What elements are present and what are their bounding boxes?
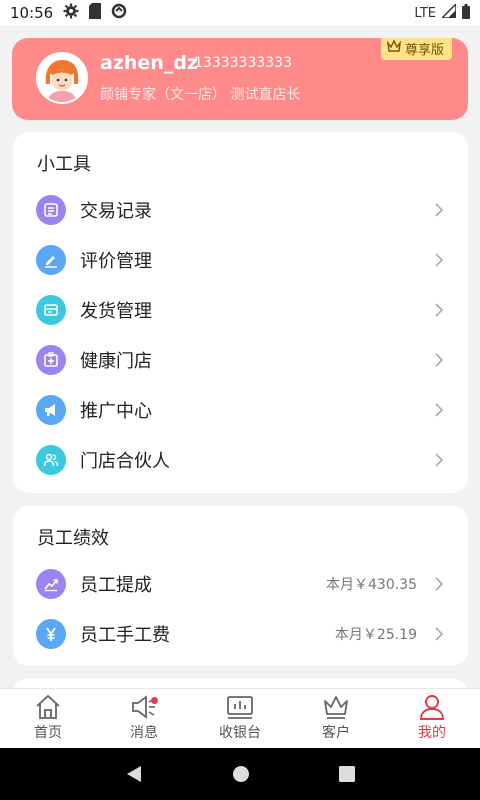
home-icon — [36, 694, 60, 719]
megaphone-icon — [36, 395, 66, 425]
system-nav-bar — [0, 748, 480, 800]
partners-icon — [36, 445, 66, 475]
menu-item-shipping[interactable]: 发货管理 — [13, 285, 468, 335]
tools-card: 小工具 交易记录 评价管理 发货管理 健康门店 推广中心 门店合伙人 — [13, 132, 468, 493]
vip-badge-label: 尊享版 — [404, 42, 444, 58]
tab-label: 消息 — [130, 725, 158, 741]
recents-icon[interactable] — [339, 766, 356, 782]
profile-card[interactable]: azhen_dz 13333333333 颜铺专家（文一店） 测试直店长 尊享版 — [12, 38, 468, 120]
chevron-right-icon — [435, 303, 444, 317]
menu-item-handwork-fee[interactable]: 员工手工费 本月￥25.19 — [13, 609, 468, 659]
signal-icon — [440, 2, 457, 22]
menu-item-label: 交易记录 — [80, 201, 152, 222]
chevron-right-icon — [435, 203, 444, 217]
avatar[interactable] — [36, 52, 88, 104]
tab-customers[interactable]: 客户 — [288, 689, 384, 748]
status-time: 10:56 — [10, 4, 54, 22]
menu-item-transactions[interactable]: 交易记录 — [13, 185, 468, 235]
network-type: LTE — [414, 5, 436, 21]
tab-label: 客户 — [322, 725, 350, 741]
tools-title: 小工具 — [37, 154, 91, 175]
chevron-right-icon — [435, 353, 444, 367]
chevron-right-icon — [435, 253, 444, 267]
tab-cashier[interactable]: 收银台 — [192, 689, 288, 748]
performance-title: 员工绩效 — [37, 528, 109, 549]
tab-label: 首页 — [34, 725, 62, 741]
menu-item-label: 评价管理 — [80, 251, 152, 272]
home-circle-icon[interactable] — [232, 765, 250, 783]
user-icon — [420, 695, 444, 720]
menu-item-value: 本月￥430.35 — [326, 577, 417, 593]
profile-phone: 13333333333 — [194, 55, 292, 71]
menu-item-label: 门店合伙人 — [80, 451, 170, 472]
medical-kit-icon — [36, 345, 66, 375]
chart-up-icon — [36, 569, 66, 599]
edit-icon — [36, 245, 66, 275]
menu-item-promotion[interactable]: 推广中心 — [13, 385, 468, 435]
tab-mine[interactable]: 我的 — [384, 689, 480, 748]
battery-icon — [462, 3, 470, 23]
tab-label: 我的 — [418, 725, 446, 741]
menu-item-label: 推广中心 — [80, 401, 152, 422]
cashier-icon — [227, 696, 253, 719]
chevron-right-icon — [435, 403, 444, 417]
menu-item-value: 本月￥25.19 — [334, 627, 417, 643]
vip-badge[interactable]: 尊享版 — [380, 38, 452, 60]
sync-icon — [111, 3, 127, 23]
bottom-tab-bar: 首页 消息 收银台 客户 我的 — [0, 688, 480, 748]
menu-item-commission[interactable]: 员工提成 本月￥430.35 — [13, 559, 468, 609]
performance-card: 员工绩效 员工提成 本月￥430.35 员工手工费 本月￥25.19 — [13, 506, 468, 666]
chevron-right-icon — [435, 453, 444, 467]
sd-card-icon — [89, 3, 102, 23]
unread-dot — [151, 697, 158, 704]
menu-item-reviews[interactable]: 评价管理 — [13, 235, 468, 285]
menu-item-health-store[interactable]: 健康门店 — [13, 335, 468, 385]
tab-label: 收银台 — [219, 725, 261, 741]
chevron-right-icon — [435, 627, 444, 641]
crown-icon — [386, 39, 402, 56]
tab-messages[interactable]: 消息 — [96, 689, 192, 748]
menu-item-partners[interactable]: 门店合伙人 — [13, 435, 468, 485]
chevron-right-icon — [435, 577, 444, 591]
profile-name: azhen_dz — [100, 52, 198, 74]
status-bar: 10:56 LTE — [0, 0, 480, 26]
settings-icon — [63, 3, 79, 23]
menu-item-label: 发货管理 — [80, 301, 152, 322]
document-icon — [36, 195, 66, 225]
tab-home[interactable]: 首页 — [0, 689, 96, 748]
profile-role: 颜铺专家（文一店） 测试直店长 — [100, 87, 301, 103]
menu-item-label: 员工手工费 — [80, 625, 170, 646]
menu-item-label: 员工提成 — [80, 575, 152, 596]
delivery-icon — [36, 295, 66, 325]
back-icon[interactable] — [125, 765, 143, 783]
menu-item-label: 健康门店 — [80, 351, 152, 372]
crown-icon — [324, 696, 348, 719]
yen-icon — [36, 619, 66, 649]
